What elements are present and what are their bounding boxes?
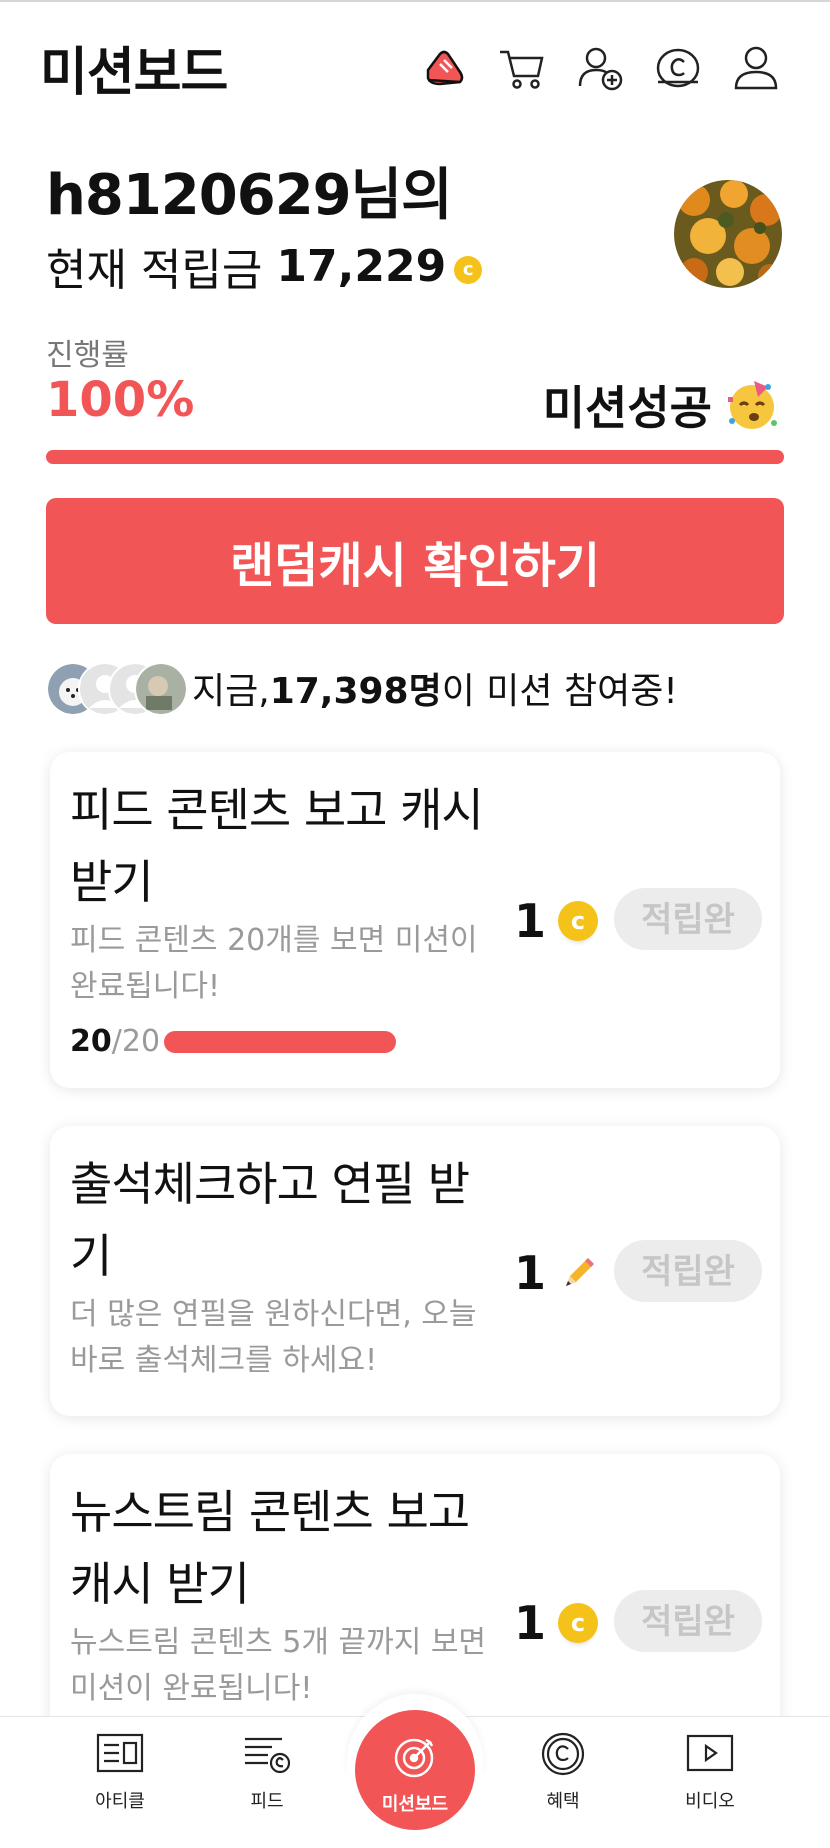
nav-mission-board[interactable]: 미션보드 — [355, 1710, 475, 1830]
progress-bar-fill — [46, 450, 784, 464]
earned-badge[interactable]: 적립완 — [614, 1590, 762, 1652]
mission-title: 피드 콘텐츠 보고 캐시 받기 — [70, 783, 484, 909]
participant-avatar — [134, 662, 188, 716]
points-value: 17,229 — [276, 240, 447, 292]
mission-description: 더 많은 연필을 원하신다면, 오늘 바로 출석체크를 하세요! — [70, 1297, 477, 1378]
coin-icon: c — [558, 1603, 599, 1643]
points-summary: 현재 적립금 17,229 c — [46, 234, 483, 298]
add-friend-icon[interactable] — [574, 42, 626, 94]
nav-video[interactable]: 비디오 — [650, 1731, 770, 1813]
progress-current: 20 — [70, 1024, 112, 1059]
avatar[interactable] — [674, 180, 782, 288]
app-header: 미션보드 — [0, 2, 830, 122]
party-face-icon — [728, 381, 777, 429]
nav-benefit[interactable]: 혜택 — [503, 1731, 623, 1813]
user-greeting: h8120629님의 — [46, 163, 453, 228]
nav-label: 아티클 — [95, 1791, 145, 1812]
nav-feed[interactable]: 피드 — [207, 1731, 327, 1813]
mission-description: 뉴스트림 콘텐츠 5개 끝까지 보면 미션이 완료됩니다! — [70, 1625, 487, 1706]
mission-description: 피드 콘텐츠 20개를 보면 미션이 완료됩니다! — [70, 923, 478, 1004]
profile-icon[interactable] — [730, 42, 782, 94]
progress-bar — [46, 450, 784, 464]
progress-value: 100% — [46, 372, 195, 428]
mission-reward: 1 — [514, 1246, 600, 1300]
mission-progress-bar — [164, 1030, 397, 1053]
page-title: 미션보드 — [40, 43, 228, 103]
article-icon — [96, 1733, 144, 1773]
coin-icon: c — [558, 901, 599, 941]
nav-label: 비디오 — [685, 1791, 735, 1812]
sneaker-icon[interactable] — [420, 42, 472, 94]
nav-label: 피드 — [250, 1791, 284, 1812]
coin-icon: c — [454, 256, 483, 284]
participants-suffix: 이 미션 참여중! — [441, 671, 678, 712]
pencil-icon — [566, 1258, 595, 1286]
feed-icon — [245, 1737, 291, 1774]
mission-title: 출석체크하고 연필 받기 — [70, 1157, 470, 1283]
earned-badge[interactable]: 적립완 — [614, 1240, 762, 1302]
participants-count: 17,398명 — [269, 671, 442, 712]
progress-label: 진행률 — [46, 338, 129, 373]
benefit-coin-icon — [541, 1732, 585, 1776]
cash-coin-icon[interactable] — [652, 42, 704, 94]
mission-title: 뉴스트림 콘텐츠 보고 캐시 받기 — [70, 1485, 470, 1611]
nav-label: 혜택 — [546, 1791, 580, 1812]
target-icon — [394, 1738, 434, 1778]
mission-status: 미션성공 — [543, 372, 780, 438]
reward-amount: 1 — [514, 894, 547, 948]
cart-icon[interactable] — [496, 42, 548, 94]
reward-amount: 1 — [514, 1596, 547, 1650]
participants-row: 지금, 17,398명 이 미션 참여중! — [46, 662, 678, 716]
mission-progress: 20 / 20 — [70, 1024, 397, 1059]
mission-reward: 1 c — [514, 894, 599, 948]
nav-article[interactable]: 아티클 — [60, 1731, 180, 1813]
participants-prefix: 지금, — [192, 671, 270, 712]
mission-card-feed[interactable]: 피드 콘텐츠 보고 캐시 받기 피드 콘텐츠 20개를 보면 미션이 완료됩니다… — [50, 752, 780, 1088]
participant-avatars — [46, 662, 188, 716]
nav-label: 미션보드 — [381, 1794, 449, 1815]
earned-badge[interactable]: 적립완 — [614, 888, 762, 950]
reward-amount: 1 — [514, 1246, 547, 1300]
points-label: 현재 적립금 — [46, 245, 263, 296]
mission-reward: 1 c — [514, 1596, 599, 1650]
random-cash-button[interactable]: 랜덤캐시 확인하기 — [46, 498, 784, 624]
progress-separator: / — [111, 1024, 122, 1059]
video-icon — [686, 1734, 734, 1772]
mission-status-text: 미션성공 — [542, 381, 712, 435]
progress-total: 20 — [121, 1024, 161, 1059]
mission-card-attendance[interactable]: 출석체크하고 연필 받기 더 많은 연필을 원하신다면, 오늘 바로 출석체크를… — [50, 1126, 780, 1416]
